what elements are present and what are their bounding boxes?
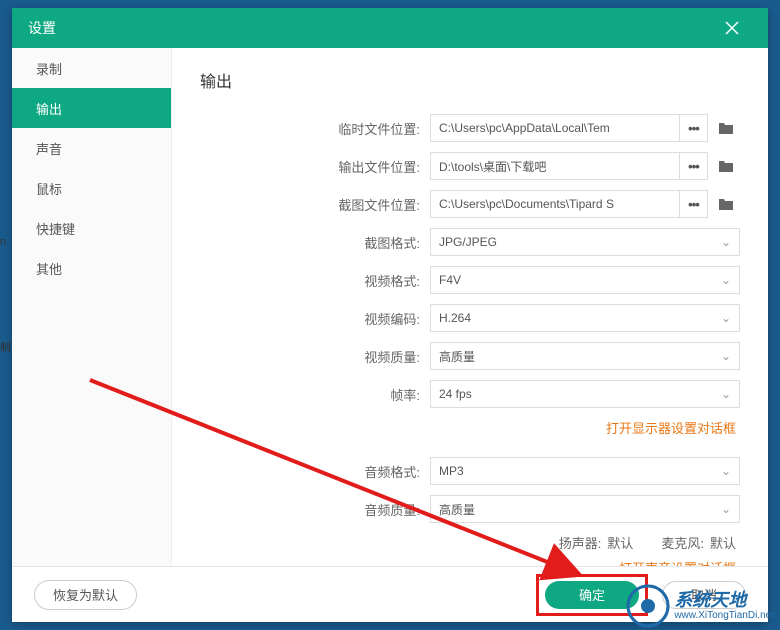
speaker-value: 默认	[607, 533, 633, 552]
sidebar: 录制 输出 声音 鼠标 快捷键 其他	[12, 48, 172, 566]
folder-icon	[718, 197, 734, 211]
mic-value: 默认	[710, 533, 736, 552]
label-mic: 麦克风:	[661, 533, 704, 552]
watermark-text-cn: 系统天地	[674, 591, 774, 611]
row-fps: 帧率: 24 fps ⌄	[200, 380, 740, 408]
ok-button[interactable]: 确定	[545, 581, 639, 609]
video-codec-value: H.264	[439, 311, 471, 325]
chevron-down-icon: ⌄	[721, 235, 731, 249]
video-quality-select[interactable]: 高质量 ⌄	[430, 342, 740, 370]
video-codec-select[interactable]: H.264 ⌄	[430, 304, 740, 332]
row-temp-path: 临时文件位置: C:\Users\pc\AppData\Local\Tem ••…	[200, 114, 740, 142]
screenshot-format-value: JPG/JPEG	[439, 235, 497, 249]
video-quality-value: 高质量	[439, 348, 475, 365]
row-audio-format: 音频格式: MP3 ⌄	[200, 457, 740, 485]
watermark-logo-icon	[626, 584, 670, 628]
video-format-select[interactable]: F4V ⌄	[430, 266, 740, 294]
label-video-codec: 视频编码:	[200, 309, 430, 328]
watermark: 系统天地 www.XiTongTianDi.net	[626, 584, 774, 628]
folder-icon	[718, 159, 734, 173]
screenshot-path-browse-button[interactable]: •••	[680, 190, 708, 218]
section-title-output: 输出	[200, 68, 740, 92]
label-fps: 帧率:	[200, 385, 430, 404]
screenshot-path-open-folder-button[interactable]	[712, 190, 740, 218]
output-path-input[interactable]: D:\tools\桌面\下载吧	[430, 152, 680, 180]
temp-path-open-folder-button[interactable]	[712, 114, 740, 142]
row-video-quality: 视频质量: 高质量 ⌄	[200, 342, 740, 370]
background-strip: n制	[0, 190, 12, 400]
screenshot-format-select[interactable]: JPG/JPEG ⌄	[430, 228, 740, 256]
fps-value: 24 fps	[439, 387, 472, 401]
sidebar-item-hotkey[interactable]: 快捷键	[12, 208, 171, 248]
display-settings-link[interactable]: 打开显示器设置对话框	[606, 421, 736, 436]
settings-window: 设置 录制 输出 声音 鼠标 快捷键 其他 输出 临时文件位置: C:\User…	[12, 8, 768, 622]
chevron-down-icon: ⌄	[721, 464, 731, 478]
body: 录制 输出 声音 鼠标 快捷键 其他 输出 临时文件位置: C:\Users\p…	[12, 48, 768, 566]
sidebar-item-record[interactable]: 录制	[12, 48, 171, 88]
audio-quality-select[interactable]: 高质量 ⌄	[430, 495, 740, 523]
device-row: 扬声器: 默认 麦克风: 默认	[200, 533, 740, 552]
titlebar: 设置	[12, 8, 768, 48]
label-audio-quality: 音频质量:	[200, 500, 430, 519]
chevron-down-icon: ⌄	[721, 311, 731, 325]
output-path-open-folder-button[interactable]	[712, 152, 740, 180]
chevron-down-icon: ⌄	[721, 502, 731, 516]
label-audio-format: 音频格式:	[200, 462, 430, 481]
close-button[interactable]	[712, 8, 752, 48]
sidebar-item-other[interactable]: 其他	[12, 248, 171, 288]
output-path-browse-button[interactable]: •••	[680, 152, 708, 180]
temp-path-browse-button[interactable]: •••	[680, 114, 708, 142]
display-link-row: 打开显示器设置对话框	[200, 418, 740, 437]
audio-format-select[interactable]: MP3 ⌄	[430, 457, 740, 485]
window-title: 设置	[28, 18, 712, 38]
label-output-path: 输出文件位置:	[200, 157, 430, 176]
reset-defaults-button[interactable]: 恢复为默认	[34, 580, 137, 610]
chevron-down-icon: ⌄	[721, 349, 731, 363]
row-audio-quality: 音频质量: 高质量 ⌄	[200, 495, 740, 523]
sound-link-row: 打开声音设置对话框	[200, 558, 740, 566]
sidebar-item-output[interactable]: 输出	[12, 88, 171, 128]
screenshot-path-input[interactable]: C:\Users\pc\Documents\Tipard S	[430, 190, 680, 218]
watermark-text-url: www.XiTongTianDi.net	[674, 610, 774, 621]
folder-icon	[718, 121, 734, 135]
row-screenshot-format: 截图格式: JPG/JPEG ⌄	[200, 228, 740, 256]
sidebar-item-sound[interactable]: 声音	[12, 128, 171, 168]
label-screenshot-format: 截图格式:	[200, 233, 430, 252]
row-video-codec: 视频编码: H.264 ⌄	[200, 304, 740, 332]
label-temp-path: 临时文件位置:	[200, 119, 430, 138]
label-speaker: 扬声器:	[559, 533, 602, 552]
close-icon	[724, 20, 740, 36]
video-format-value: F4V	[439, 273, 461, 287]
fps-select[interactable]: 24 fps ⌄	[430, 380, 740, 408]
row-screenshot-path: 截图文件位置: C:\Users\pc\Documents\Tipard S •…	[200, 190, 740, 218]
label-screenshot-path: 截图文件位置:	[200, 195, 430, 214]
row-video-format: 视频格式: F4V ⌄	[200, 266, 740, 294]
chevron-down-icon: ⌄	[721, 387, 731, 401]
sidebar-item-mouse[interactable]: 鼠标	[12, 168, 171, 208]
audio-format-value: MP3	[439, 464, 464, 478]
audio-quality-value: 高质量	[439, 501, 475, 518]
row-output-path: 输出文件位置: D:\tools\桌面\下载吧 •••	[200, 152, 740, 180]
temp-path-input[interactable]: C:\Users\pc\AppData\Local\Tem	[430, 114, 680, 142]
content-panel: 输出 临时文件位置: C:\Users\pc\AppData\Local\Tem…	[172, 48, 768, 566]
label-video-format: 视频格式:	[200, 271, 430, 290]
label-video-quality: 视频质量:	[200, 347, 430, 366]
chevron-down-icon: ⌄	[721, 273, 731, 287]
